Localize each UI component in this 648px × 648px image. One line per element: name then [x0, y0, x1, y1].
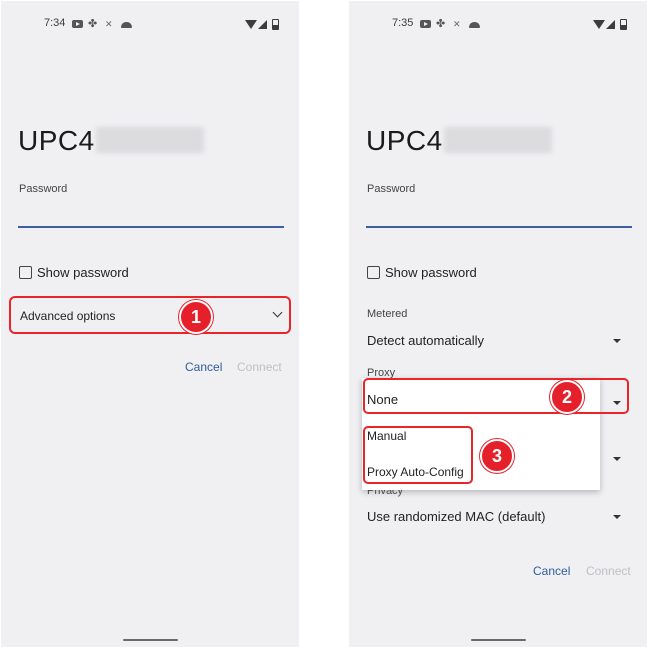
- gesture-nav-bar[interactable]: [471, 639, 526, 641]
- password-label: Password: [367, 183, 416, 195]
- youtube-icon: [420, 20, 431, 28]
- wifi-icon: [245, 20, 257, 29]
- wifi-dialog-screen-2: 7:35 ✤ ✕ UPC4 Password Show password Met…: [349, 1, 647, 647]
- show-password-checkbox[interactable]: [367, 266, 380, 279]
- highlight-proxy-options: [363, 426, 473, 484]
- cloud-icon: [121, 22, 132, 28]
- advanced-options-toggle[interactable]: Advanced options: [9, 296, 291, 334]
- status-bar: 7:35 ✤ ✕: [349, 17, 647, 31]
- status-time: 7:35: [392, 17, 414, 29]
- highlight-proxy-field: [363, 378, 629, 414]
- network-name: UPC4: [18, 125, 204, 157]
- step-badge-3: 3: [480, 439, 514, 473]
- step-badge-1: 1: [179, 300, 213, 334]
- battery-icon: [620, 19, 627, 30]
- password-input[interactable]: [366, 226, 632, 228]
- redacted-ssid: [95, 127, 204, 153]
- status-time: 7:34: [44, 17, 66, 29]
- network-name: UPC4: [366, 125, 552, 157]
- metered-label: Metered: [367, 308, 408, 320]
- connect-button[interactable]: Connect: [237, 360, 282, 374]
- signal-icon: [606, 20, 615, 29]
- dropdown-arrow-icon[interactable]: [613, 457, 621, 461]
- chevron-down-icon: [272, 307, 283, 318]
- password-label: Password: [19, 183, 68, 195]
- fan-icon: ✤: [88, 18, 98, 30]
- signal-icon: [258, 20, 267, 29]
- cloud-icon: [469, 22, 480, 28]
- show-password-label[interactable]: Show password: [37, 265, 129, 280]
- wifi-icon: [593, 20, 605, 29]
- wifi-dialog-screen-1: 7:34 ✤ ✕ UPC4 Password Show password Adv…: [1, 1, 299, 647]
- cancel-button[interactable]: Cancel: [185, 360, 222, 374]
- dropdown-arrow-icon[interactable]: [613, 339, 621, 343]
- battery-icon: [272, 19, 279, 30]
- connect-button[interactable]: Connect: [586, 564, 631, 578]
- step-badge-2: 2: [550, 380, 584, 414]
- metered-dropdown-value[interactable]: Detect automatically: [367, 333, 484, 348]
- dropdown-arrow-icon[interactable]: [613, 515, 621, 519]
- gesture-nav-bar[interactable]: [123, 639, 178, 641]
- privacy-dropdown-value[interactable]: Use randomized MAC (default): [367, 509, 545, 524]
- redacted-ssid: [443, 127, 552, 153]
- password-input[interactable]: [18, 226, 284, 228]
- fan-icon: ✤: [436, 18, 446, 30]
- dots-icon: ✕: [105, 19, 113, 29]
- advanced-options-label: Advanced options: [20, 309, 116, 323]
- show-password-label[interactable]: Show password: [385, 265, 477, 280]
- show-password-checkbox[interactable]: [19, 266, 32, 279]
- youtube-icon: [72, 20, 83, 28]
- status-bar: 7:34 ✤ ✕: [1, 17, 299, 31]
- cancel-button[interactable]: Cancel: [533, 564, 570, 578]
- dots-icon: ✕: [453, 19, 461, 29]
